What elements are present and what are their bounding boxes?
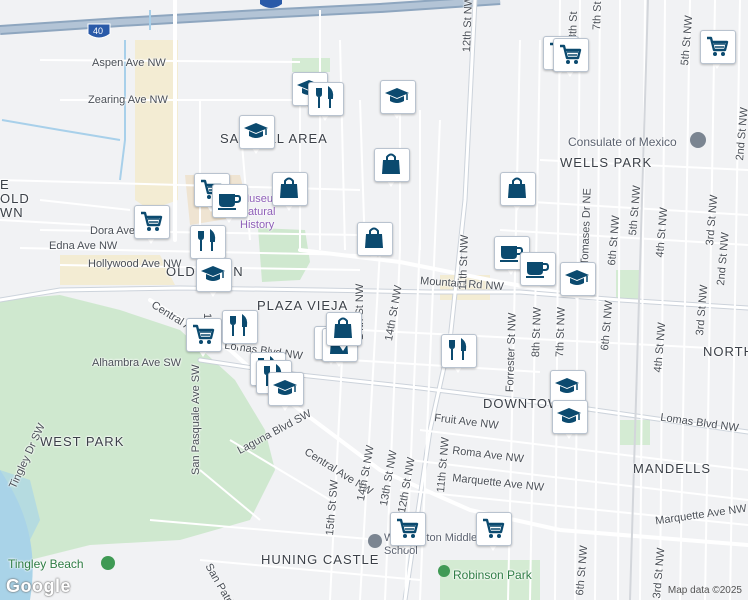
street-label-7th-top: 7th St [591,1,604,31]
street-label-hollywood: Hollywood Ave NW [88,258,182,270]
map-pin-graduation-cap[interactable] [552,400,588,440]
poi-label-robinson-park: Robinson Park [453,568,532,582]
interstate-label: 40 [93,26,104,36]
consulate-icon [690,132,706,148]
map-pin-restaurant[interactable] [441,334,477,374]
area-label-huning-castle: HUNING CASTLE [261,552,380,567]
map-pin-restaurant[interactable] [308,82,344,122]
poi-label-consulate: Consulate of Mexico [568,135,677,149]
map-pin-shopping-cart[interactable] [134,205,170,245]
area-label-wells-park: WELLS PARK [560,155,653,170]
street-label-11th-north: 11th St NW [457,234,471,291]
street-label-2nd-north: 2nd St NW [734,106,748,161]
map-pin-graduation-cap[interactable] [380,80,416,120]
tree-icon [101,556,115,570]
map-pin-restaurant[interactable] [222,310,258,350]
map-pin-shopping-bag[interactable] [500,172,536,212]
area-label-mandells: MANDELLS [633,461,712,476]
interstate-shield-icon [260,0,282,8]
map-pin-graduation-cap[interactable] [239,115,275,155]
map-pin-shopping-cart[interactable] [700,30,736,70]
street-label-12th-north: 12th St NW [461,0,475,53]
street-label-alhambra: Alhambra Ave SW [92,357,182,369]
map-pin-shopping-bag[interactable] [374,148,410,188]
map-pin-shopping-bag[interactable] [272,172,308,212]
google-logo: Google [6,576,71,596]
map-pin-coffee[interactable] [212,184,248,224]
map-pin-shopping-cart[interactable] [390,512,426,552]
map-pin-coffee[interactable] [520,252,556,292]
park-icon [438,565,450,577]
poi-label-tingley-beach: Tingley Beach [8,557,84,571]
street-label-7th: 7th St NW [554,306,568,358]
area-label-plaza-vieja: PLAZA VIEJA [257,298,349,313]
area-label-west-park: WEST PARK [40,434,125,449]
map-canvas[interactable]: 40 SAWMILL AREA WELLS PARK OLD TOWN PLAZ… [0,0,748,600]
map-credit: Map data ©2025 [667,585,742,596]
area-label-north-addition: NORTH ADDITI [703,344,748,359]
street-label-edna: Edna Ave NW [49,240,118,252]
map-pin-shopping-cart[interactable] [553,38,589,78]
school-icon [368,534,382,548]
map-base [0,0,748,600]
area-label-old-town-west: E OLD WN [0,177,30,220]
map-pin-shopping-bag[interactable] [357,222,393,262]
map-pin-graduation-cap[interactable] [196,258,232,298]
street-label-aspen: Aspen Ave NW [92,57,166,69]
map-pin-shopping-cart[interactable] [186,318,222,358]
map-pin-shopping-cart[interactable] [476,512,512,552]
map-pin-graduation-cap[interactable] [560,262,596,302]
street-label-zearing: Zearing Ave NW [88,94,168,106]
street-label-8th: 8th St NW [530,306,544,358]
map-pin-shopping-bag[interactable] [326,312,362,352]
map-pin-graduation-cap[interactable] [268,372,304,412]
street-label-san-pasquale: San Pasquale Ave SW [190,364,202,475]
